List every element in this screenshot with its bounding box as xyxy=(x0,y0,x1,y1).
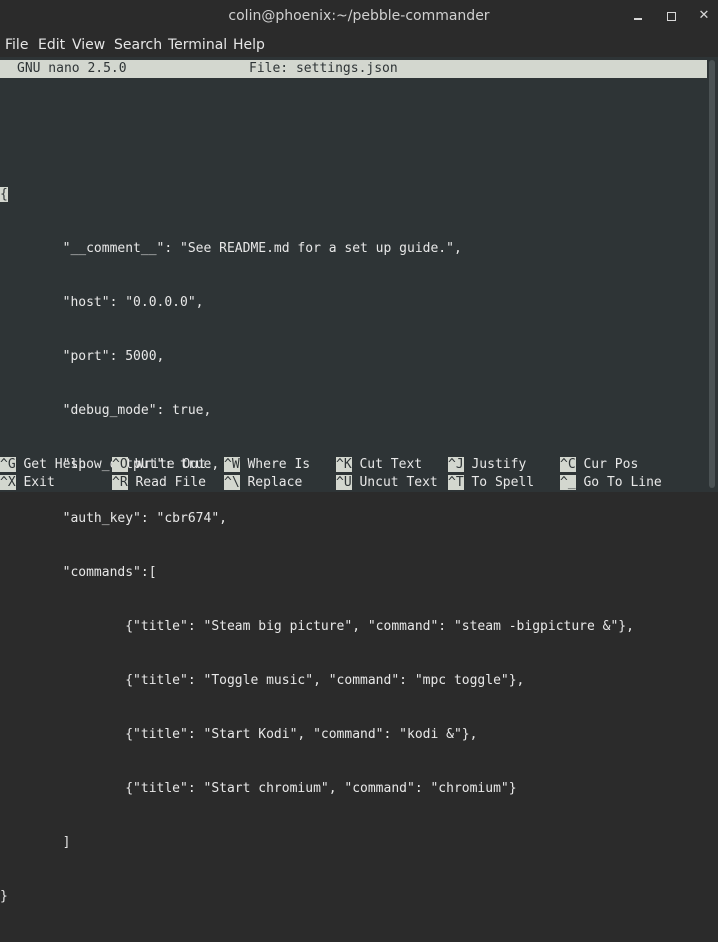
editor-line: {"title": "Steam big picture", "command"… xyxy=(0,619,634,634)
terminal-area[interactable]: GNU nano 2.5.0 File: settings.json { "__… xyxy=(0,57,707,904)
menu-search[interactable]: Search xyxy=(114,37,162,53)
shortcut-replace[interactable]: ^\ Replace xyxy=(224,474,302,492)
shortcut-get-help[interactable]: ^G Get Help xyxy=(0,456,86,474)
nano-filename: File: settings.json xyxy=(249,61,398,76)
close-icon[interactable]: ✕ xyxy=(694,6,714,26)
shortcut-exit[interactable]: ^X Exit xyxy=(0,474,55,492)
editor-line: "port": 5000, xyxy=(0,349,165,364)
menu-file[interactable]: File xyxy=(5,37,28,53)
shortcut-cut-text[interactable]: ^K Cut Text xyxy=(336,456,422,474)
editor-line: "auth_key": "cbr674", xyxy=(0,511,227,526)
menu-terminal[interactable]: Terminal xyxy=(168,37,227,53)
editor-line: {"title": "Start chromium", "command": "… xyxy=(0,781,517,796)
editor-line: "debug_mode": true, xyxy=(0,403,212,418)
editor-line: {"title": "Toggle music", "command": "mp… xyxy=(0,673,525,688)
editor-line: "host": "0.0.0.0", xyxy=(0,295,204,310)
minimize-icon[interactable] xyxy=(628,6,648,26)
scrollbar-thumb[interactable] xyxy=(709,60,715,488)
shortcut-where-is[interactable]: ^W Where Is xyxy=(224,456,310,474)
shortcut-write-out[interactable]: ^O Write Out xyxy=(112,456,206,474)
window-title: colin@phoenix:~/pebble-commander xyxy=(228,8,490,24)
editor-line: { xyxy=(0,186,634,204)
editor-line: {"title": "Start Kodi", "command": "kodi… xyxy=(0,727,478,742)
shortcut-read-file[interactable]: ^R Read File xyxy=(112,474,206,492)
menu-edit[interactable]: Edit xyxy=(38,37,65,53)
nano-version: GNU nano 2.5.0 xyxy=(17,61,127,76)
menu-bar: File Edit View Search Terminal Help xyxy=(0,33,718,57)
editor-line: } xyxy=(0,889,8,904)
editor-line: "commands":[ xyxy=(0,565,157,580)
shortcut-to-spell[interactable]: ^T To Spell xyxy=(448,474,534,492)
menu-help[interactable]: Help xyxy=(233,37,265,53)
shortcut-cur-pos[interactable]: ^C Cur Pos xyxy=(560,456,638,474)
terminal-window: colin@phoenix:~/pebble-commander ✕ File … xyxy=(0,0,718,904)
nano-shortcuts: ^G Get Help ^O Write Out ^W Where Is ^K … xyxy=(0,456,707,492)
editor-line: ] xyxy=(0,835,71,850)
nano-header: GNU nano 2.5.0 File: settings.json xyxy=(0,60,707,78)
shortcut-go-to-line[interactable]: ^_ Go To Line xyxy=(560,474,662,492)
shortcut-uncut-text[interactable]: ^U Uncut Text xyxy=(336,474,438,492)
maximize-icon[interactable] xyxy=(662,6,682,26)
editor-line: "__comment__": "See README.md for a set … xyxy=(0,241,462,256)
shortcut-justify[interactable]: ^J Justify xyxy=(448,456,526,474)
text-cursor: { xyxy=(0,187,8,202)
editor-buffer[interactable]: { "__comment__": "See README.md for a se… xyxy=(0,96,634,942)
menu-view[interactable]: View xyxy=(72,37,105,53)
title-bar[interactable]: colin@phoenix:~/pebble-commander ✕ xyxy=(0,0,718,33)
